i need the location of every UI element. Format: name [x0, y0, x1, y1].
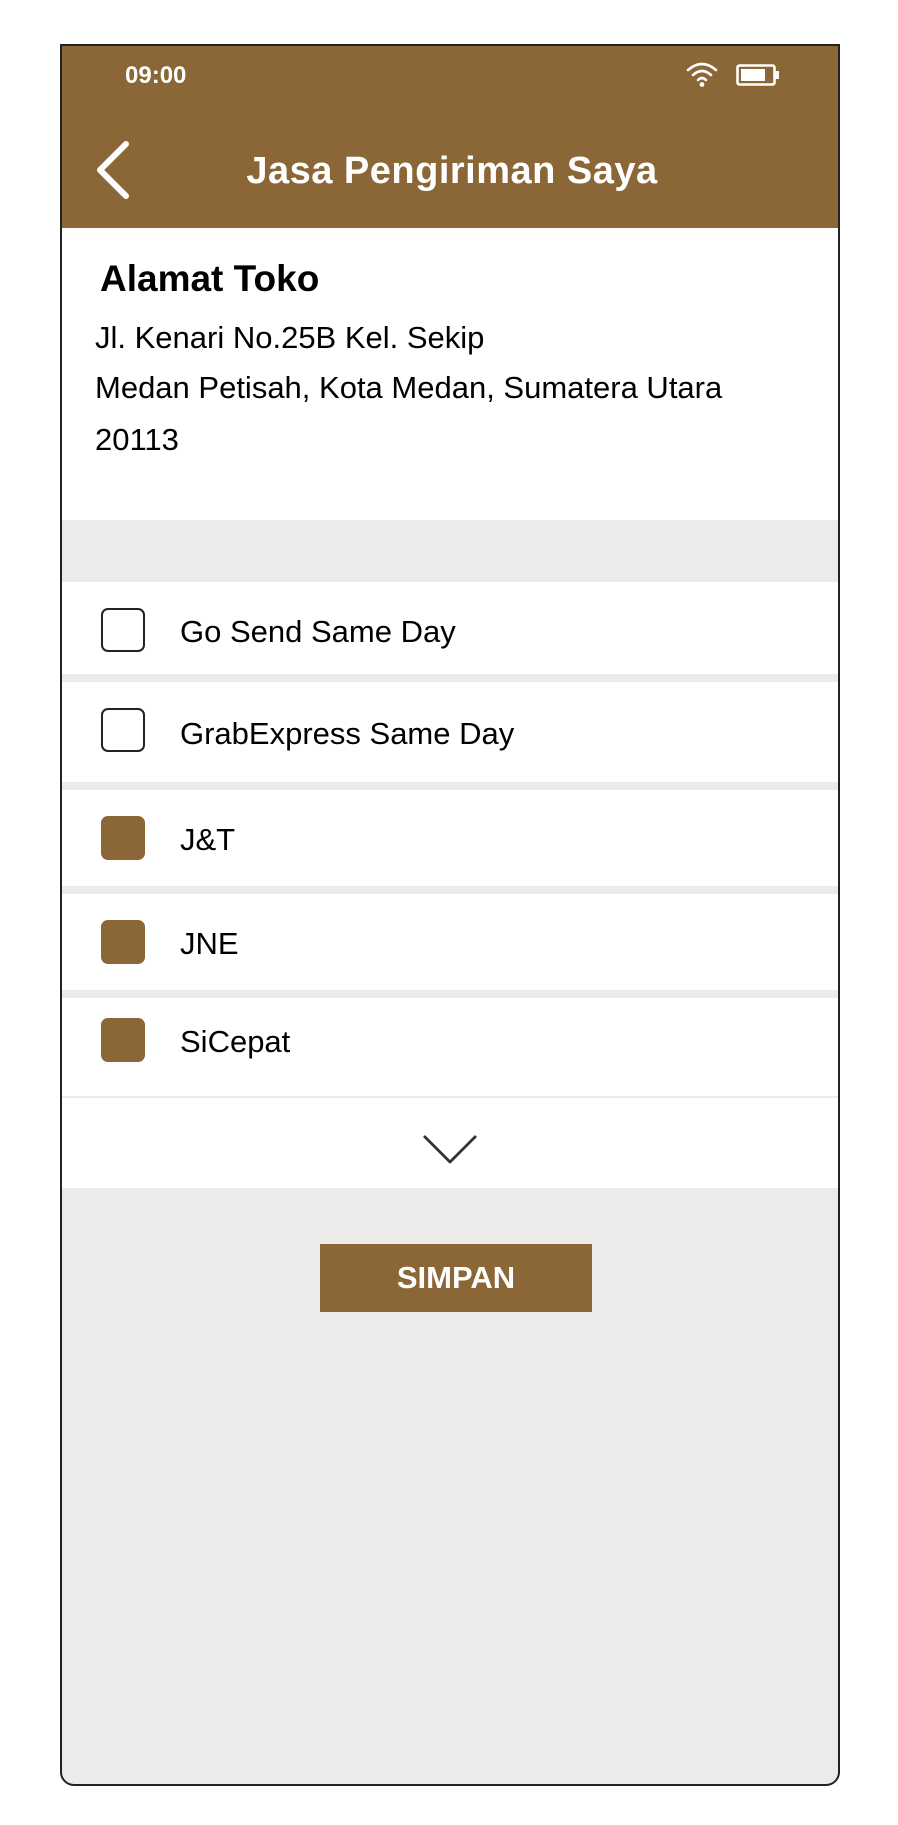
address-line-1: Jl. Kenari No.25B Kel. Sekip	[95, 320, 485, 355]
wifi-icon	[686, 62, 718, 87]
courier-label: SiCepat	[180, 1024, 291, 1059]
page-title: Jasa Pengiriman Saya	[246, 150, 658, 192]
courier-item-grabexpress[interactable]: GrabExpress Same Day	[62, 682, 838, 782]
courier-label: GrabExpress Same Day	[180, 716, 515, 751]
courier-label: JNE	[180, 926, 239, 961]
address-heading: Alamat Toko	[100, 258, 320, 299]
save-button[interactable]: SIMPAN	[320, 1244, 592, 1312]
courier-item-sicepat[interactable]: SiCepat	[62, 998, 838, 1096]
address-line-3: 20113	[95, 422, 179, 457]
checkbox-jnt[interactable]	[101, 816, 145, 860]
courier-item-jne[interactable]: JNE	[62, 894, 838, 990]
courier-item-jnt[interactable]: J&T	[62, 790, 838, 886]
courier-label: Go Send Same Day	[180, 614, 456, 649]
chevron-down-icon	[423, 1135, 477, 1164]
app-header: 09:00 Jasa Pengiriman Saya	[62, 46, 838, 228]
address-line-2: Medan Petisah, Kota Medan, Sumatera Utar…	[95, 370, 723, 405]
checkbox-grabexpress[interactable]	[101, 708, 145, 752]
courier-label: J&T	[180, 822, 236, 857]
battery-icon	[736, 64, 779, 86]
store-address-card: Alamat Toko Jl. Kenari No.25B Kel. Sekip…	[62, 228, 838, 520]
checkbox-sicepat[interactable]	[101, 1018, 145, 1062]
status-time: 09:00	[125, 62, 187, 89]
show-more-button[interactable]	[62, 1098, 838, 1188]
checkbox-gosend[interactable]	[101, 608, 145, 652]
phone-frame: 09:00 Jasa Pengiriman Saya Alamat Toko J…	[60, 44, 840, 1786]
courier-item-gosend[interactable]: Go Send Same Day	[62, 582, 838, 674]
checkbox-jne[interactable]	[101, 920, 145, 964]
